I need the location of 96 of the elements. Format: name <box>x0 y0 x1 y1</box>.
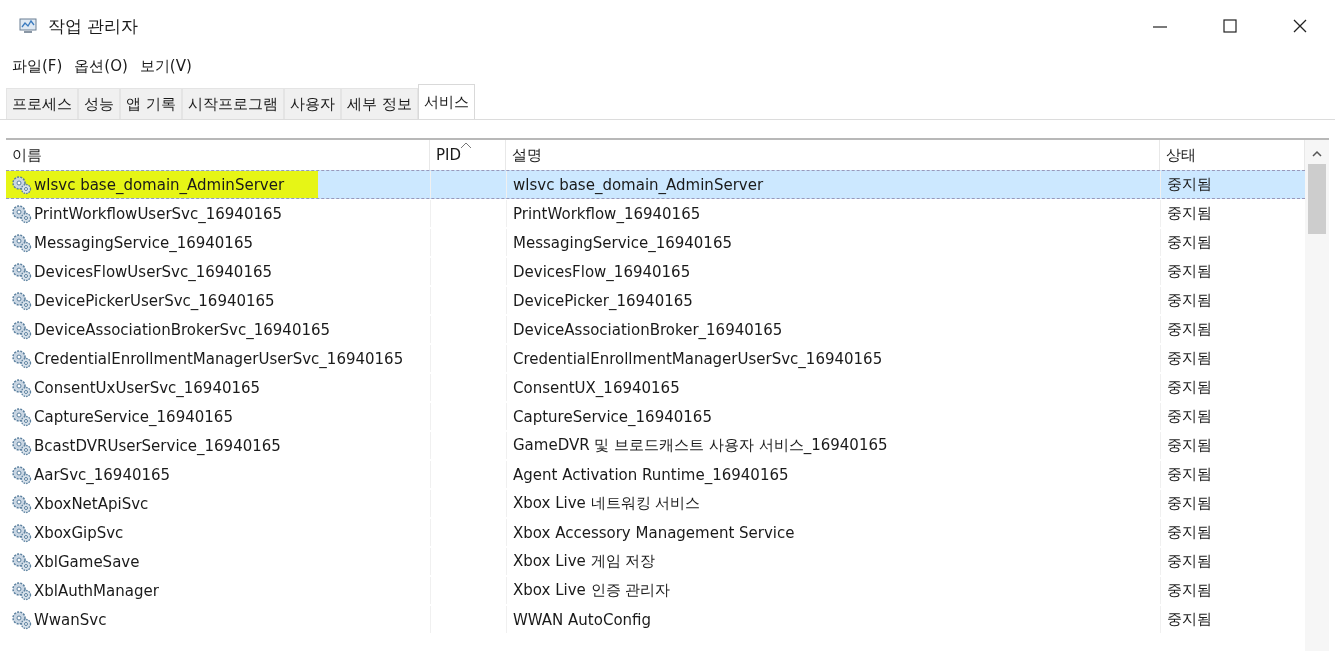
tab[interactable]: 성능 <box>78 88 120 119</box>
menu-item[interactable]: 파일(F) <box>12 56 63 76</box>
gears-icon <box>10 493 32 514</box>
gears-icon <box>10 435 32 456</box>
monitor-icon <box>18 17 38 35</box>
service-row[interactable]: XboxGipSvc Xbox Accessory Management Service 중지됨 <box>6 518 1305 547</box>
gears-icon <box>10 232 32 253</box>
service-name: BcastDVRUserService_16940165 <box>34 436 281 455</box>
gears-icon <box>10 580 32 601</box>
service-status: 중지됨 <box>1167 204 1212 223</box>
gears-icon <box>10 522 32 543</box>
service-name: WwanSvc <box>34 610 107 629</box>
gears-icon <box>10 464 32 485</box>
gears-icon <box>10 290 32 311</box>
service-name: AarSvc_16940165 <box>34 465 171 484</box>
service-status: 중지됨 <box>1167 175 1212 194</box>
service-status: 중지됨 <box>1167 262 1212 281</box>
service-description: Agent Activation Runtime_16940165 <box>513 465 789 484</box>
service-description: ConsentUX_16940165 <box>513 378 680 397</box>
service-row[interactable]: CaptureService_16940165 CaptureService_16940165 중지됨 <box>6 402 1305 431</box>
gears-icon <box>10 174 32 195</box>
service-row[interactable]: MessagingService_16940165 MessagingService_16940165 중지됨 <box>6 228 1305 257</box>
maximize-icon <box>1222 18 1238 34</box>
service-row[interactable]: DeviceAssociationBrokerSvc_16940165 DeviceAssociationBroker_16940165 중지됨 <box>6 315 1305 344</box>
service-status: 중지됨 <box>1167 610 1212 629</box>
tab[interactable]: 사용자 <box>283 88 341 119</box>
service-row[interactable]: CredentialEnrollmentManagerUserSvc_16940165 CredentialEnrollmentManagerUserSvc_16940165 중지됨 <box>6 344 1305 373</box>
service-description: Xbox Live 게임 저장 <box>513 552 656 571</box>
service-row[interactable]: XboxNetApiSvc Xbox Live 네트워킹 서비스 중지됨 <box>6 489 1305 518</box>
service-name: wlsvc base_domain_AdminServer <box>34 175 285 194</box>
service-description: WWAN AutoConfig <box>513 610 652 629</box>
tab[interactable]: 시작프로그램 <box>181 88 284 119</box>
gears-icon <box>10 261 32 282</box>
service-description: PrintWorkflow_16940165 <box>513 204 701 223</box>
service-description: CredentialEnrollmentManagerUserSvc_16940165 <box>513 349 883 368</box>
service-name: DeviceAssociationBrokerSvc_16940165 <box>34 320 331 339</box>
service-name: DevicesFlowUserSvc_16940165 <box>34 262 273 281</box>
service-description: CaptureService_16940165 <box>513 407 712 426</box>
service-status: 중지됨 <box>1167 233 1212 252</box>
service-row[interactable]: wlsvc base_domain_AdminServer wlsvc base_domain_AdminServer 중지됨 <box>6 170 1305 199</box>
minimize-icon <box>1153 26 1167 28</box>
service-status: 중지됨 <box>1167 407 1212 426</box>
service-description: MessagingService_16940165 <box>513 233 732 252</box>
service-status: 중지됨 <box>1167 581 1212 600</box>
service-name: XboxNetApiSvc <box>34 494 149 513</box>
service-name: XblAuthManager <box>34 581 159 600</box>
gears-icon <box>10 377 32 398</box>
service-row[interactable]: BcastDVRUserService_16940165 GameDVR 및 브로드캐스트 사용자 서비스_16940165 중지됨 <box>6 431 1305 460</box>
service-description: GameDVR 및 브로드캐스트 사용자 서비스_16940165 <box>513 436 888 455</box>
service-status: 중지됨 <box>1167 494 1212 513</box>
gears-icon <box>10 609 32 630</box>
service-status: 중지됨 <box>1167 291 1212 310</box>
gears-icon <box>10 203 32 224</box>
tab[interactable]: 서비스 <box>417 84 475 119</box>
service-row[interactable]: AarSvc_16940165 Agent Activation Runtime_16940165 중지됨 <box>6 460 1305 489</box>
gears-icon <box>10 319 32 340</box>
service-row[interactable]: ConsentUxUserSvc_16940165 ConsentUX_16940165 중지됨 <box>6 373 1305 402</box>
service-status: 중지됨 <box>1167 320 1212 339</box>
window-title: 작업 관리자 <box>48 14 140 38</box>
gears-icon <box>10 551 32 572</box>
tab[interactable]: 프로세스 <box>6 88 78 119</box>
close-icon <box>1292 18 1308 34</box>
tab[interactable]: 세부 정보 <box>340 88 418 119</box>
service-name: PrintWorkflowUserSvc_16940165 <box>34 204 283 223</box>
menu-item[interactable]: 옵션(O) <box>74 56 128 76</box>
service-status: 중지됨 <box>1167 378 1212 397</box>
service-status: 중지됨 <box>1167 552 1212 571</box>
service-description: DevicesFlow_16940165 <box>513 262 691 281</box>
service-name: CaptureService_16940165 <box>34 407 233 426</box>
service-status: 중지됨 <box>1167 465 1212 484</box>
service-status: 중지됨 <box>1167 523 1212 542</box>
service-row[interactable]: PrintWorkflowUserSvc_16940165 PrintWorkflow_16940165 중지됨 <box>6 199 1305 228</box>
service-description: wlsvc base_domain_AdminServer <box>513 175 764 194</box>
service-name: DevicePickerUserSvc_16940165 <box>34 291 275 310</box>
scrollbar-thumb[interactable] <box>1308 164 1326 234</box>
menu-item[interactable]: 보기(V) <box>139 56 192 76</box>
service-row[interactable]: DevicePickerUserSvc_16940165 DevicePicker_16940165 중지됨 <box>6 286 1305 315</box>
service-status: 중지됨 <box>1167 436 1212 455</box>
service-name: CredentialEnrollmentManagerUserSvc_16940165 <box>34 349 404 368</box>
service-description: Xbox Live 인증 관리자 <box>513 581 671 600</box>
tab[interactable]: 앱 기록 <box>120 88 182 119</box>
service-row[interactable]: XblAuthManager Xbox Live 인증 관리자 중지됨 <box>6 576 1305 605</box>
service-row[interactable]: WwanSvc WWAN AutoConfig 중지됨 <box>6 605 1305 634</box>
gears-icon <box>10 406 32 427</box>
service-status: 중지됨 <box>1167 349 1212 368</box>
service-description: Xbox Live 네트워킹 서비스 <box>513 494 701 513</box>
service-description: Xbox Accessory Management Service <box>513 523 795 542</box>
service-name: MessagingService_16940165 <box>34 233 253 252</box>
service-name: XblGameSave <box>34 552 140 571</box>
service-name: ConsentUxUserSvc_16940165 <box>34 378 261 397</box>
service-row[interactable]: XblGameSave Xbox Live 게임 저장 중지됨 <box>6 547 1305 576</box>
service-description: DevicePicker_16940165 <box>513 291 693 310</box>
service-name: XboxGipSvc <box>34 523 124 542</box>
service-description: DeviceAssociationBroker_16940165 <box>513 320 783 339</box>
gears-icon <box>10 348 32 369</box>
service-row[interactable]: DevicesFlowUserSvc_16940165 DevicesFlow_16940165 중지됨 <box>6 257 1305 286</box>
